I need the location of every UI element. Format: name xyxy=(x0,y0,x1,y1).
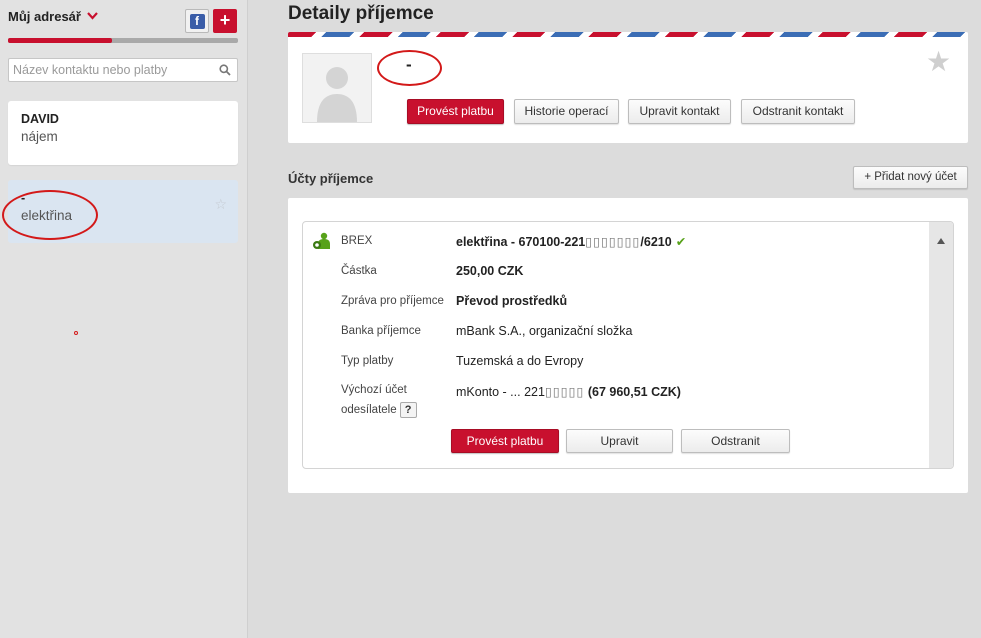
address-book-dropdown[interactable]: Můj adresář xyxy=(8,9,98,24)
search-input[interactable] xyxy=(8,58,238,82)
scroll-up-arrow-icon[interactable] xyxy=(937,238,945,244)
contact-subtitle: nájem xyxy=(21,129,58,144)
person-silhouette-icon xyxy=(317,67,357,122)
airmail-border xyxy=(288,32,968,37)
amount-value: 250,00 CZK xyxy=(456,264,524,278)
source-account-value: mKonto - ... 221▯▯▯▯▯ (67 960,51 CZK) xyxy=(456,385,681,399)
recipient-bank-value: mBank S.A., organizační složka xyxy=(456,324,633,338)
account-name: elektřina xyxy=(456,235,508,249)
progress-bar-fill xyxy=(8,38,112,43)
recipient-bank-label: Banka příjemce xyxy=(341,325,421,337)
contact-item-selected[interactable]: - elektřina ☆ xyxy=(8,180,238,243)
account-number-suffix: /6210 xyxy=(640,235,672,249)
source-account-masked: ▯▯▯▯▯ xyxy=(544,385,585,399)
account-item: BREX elektřina - 670100-221▯▯▯▯▯▯▯/6210 ✔… xyxy=(302,221,954,469)
account-name-number: elektřina - 670100-221▯▯▯▯▯▯▯/6210 ✔ xyxy=(456,234,686,249)
contact-subtitle: elektřina xyxy=(21,208,73,223)
help-button[interactable]: ? xyxy=(399,402,417,418)
bank-short-name: BREX xyxy=(341,235,373,247)
avatar xyxy=(302,53,372,123)
favorite-star-icon[interactable]: ★ xyxy=(926,48,951,76)
contact-name: - xyxy=(21,191,26,205)
edit-contact-button[interactable]: Upravit kontakt xyxy=(628,99,731,124)
delete-contact-button[interactable]: Odstranit kontakt xyxy=(741,99,855,124)
bank-transfer-icon xyxy=(313,232,330,249)
account-delete-button[interactable]: Odstranit xyxy=(681,429,790,453)
payment-type-value: Tuzemská a do Evropy xyxy=(456,354,584,368)
account-edit-button[interactable]: Upravit xyxy=(566,429,673,453)
add-contact-button[interactable]: + xyxy=(213,9,237,33)
favorite-star-icon[interactable]: ☆ xyxy=(214,196,227,213)
contact-item[interactable]: DAVID nájem xyxy=(8,101,238,165)
accounts-section-title: Účty příjemce xyxy=(288,171,374,186)
progress-bar xyxy=(8,38,238,43)
source-account-label-2: odesílatele? xyxy=(341,402,417,418)
recipient-name: - xyxy=(406,55,412,74)
page-title: Detaily příjemce xyxy=(288,3,434,24)
payment-type-label: Typ platby xyxy=(341,355,394,367)
account-number: - 670100-221 xyxy=(507,235,586,249)
source-account-label: Výchozí účet xyxy=(341,384,407,396)
verified-check-icon: ✔ xyxy=(675,235,687,249)
contact-name: DAVID xyxy=(21,112,59,126)
make-payment-button[interactable]: Provést platbu xyxy=(407,99,504,124)
chevron-down-icon xyxy=(87,9,98,23)
search-icon[interactable] xyxy=(218,63,232,77)
facebook-icon: f xyxy=(189,13,205,29)
account-number-masked: ▯▯▯▯▯▯▯ xyxy=(585,235,641,249)
add-account-button[interactable]: + Přidat nový účet xyxy=(853,166,968,189)
amount-label: Částka xyxy=(341,265,377,277)
account-make-payment-button[interactable]: Provést platbu xyxy=(451,429,559,453)
operation-history-button[interactable]: Historie operací xyxy=(514,99,619,124)
accounts-card: BREX elektřina - 670100-221▯▯▯▯▯▯▯/6210 ✔… xyxy=(288,198,968,493)
message-label: Zpráva pro příjemce xyxy=(341,295,444,307)
annotation-dot xyxy=(74,331,78,335)
message-value: Převod prostředků xyxy=(456,294,568,308)
facebook-import-button[interactable]: f xyxy=(185,9,209,33)
scrollbar[interactable] xyxy=(929,222,953,468)
sidebar: Můj adresář f + DAVID nájem - elektřina … xyxy=(0,0,248,638)
address-book-title: Můj adresář xyxy=(8,9,81,24)
source-account-balance: (67 960,51 CZK) xyxy=(587,385,681,399)
recipient-detail-card: - ★ Provést platbu Historie operací Upra… xyxy=(288,32,968,143)
